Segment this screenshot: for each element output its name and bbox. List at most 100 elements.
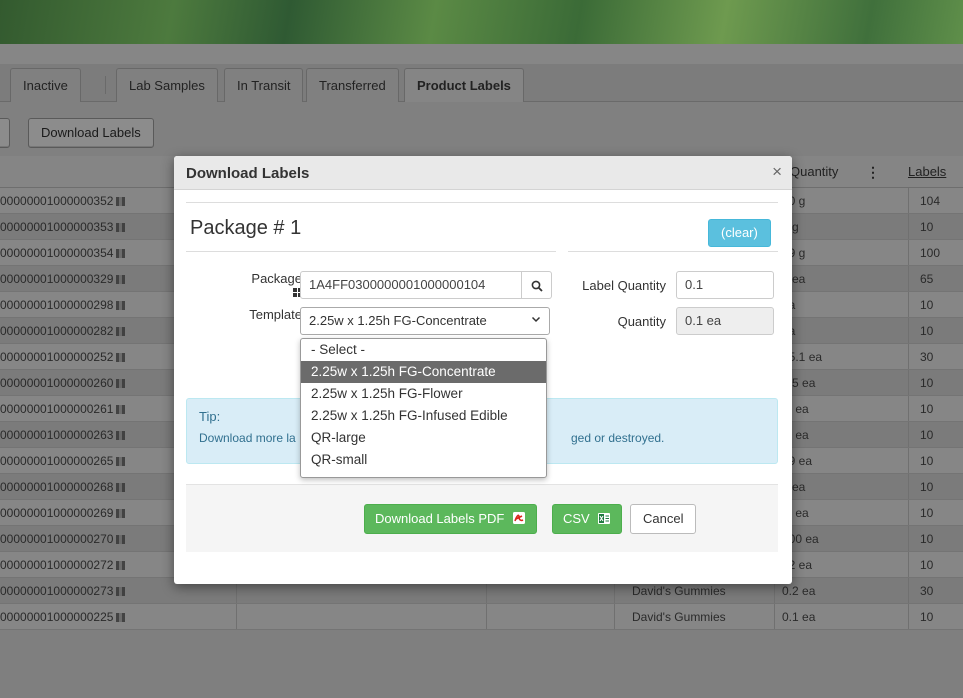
quantity-cell: 100 ea <box>782 532 819 546</box>
labels-cell: 104 <box>920 194 941 208</box>
qr-icon[interactable] <box>116 457 126 466</box>
label-quantity-input[interactable]: 0.1 <box>676 271 774 299</box>
template-option[interactable]: QR-large <box>301 427 546 449</box>
header-labels[interactable]: Labels <box>908 156 946 188</box>
package-search-button[interactable] <box>522 271 552 299</box>
package-tag-cell[interactable]: 00000001000000354 <box>0 240 140 266</box>
template-option[interactable]: - Select - <box>301 339 546 361</box>
package-tag-cell[interactable]: 00000001000000282 <box>0 318 140 344</box>
package-tag-cell[interactable]: 00000001000000273 <box>0 578 140 604</box>
column-divider <box>614 604 615 629</box>
tab-inactive[interactable]: Inactive <box>10 68 81 102</box>
quantity-cell: .1 ea <box>782 402 809 416</box>
column-divider <box>908 578 909 603</box>
package-tag-cell[interactable]: 00000001000000260 <box>0 370 140 396</box>
column-divider <box>908 396 909 421</box>
column-divider <box>908 422 909 447</box>
qr-icon[interactable] <box>116 197 126 206</box>
close-icon[interactable]: × <box>772 162 782 182</box>
tab-transferred[interactable]: Transferred <box>306 68 399 102</box>
qr-icon[interactable] <box>116 561 126 570</box>
template-option[interactable]: 2.25w x 1.25h FG-Flower <box>301 383 546 405</box>
qr-icon[interactable] <box>116 301 126 310</box>
download-labels-button[interactable]: Download Labels <box>28 118 154 148</box>
package-tag-cell[interactable]: 00000001000000268 <box>0 474 140 500</box>
labels-cell: 10 <box>920 532 934 546</box>
toolbar-button-partial[interactable] <box>0 118 10 148</box>
column-divider <box>908 526 909 551</box>
column-divider <box>908 604 909 629</box>
modal-title: Download Labels <box>186 165 310 182</box>
package-tag-cell[interactable]: 00000001000000352 <box>0 188 140 214</box>
package-tag-cell[interactable]: 00000001000000298 <box>0 292 140 318</box>
quantity-cell: .1 ea <box>782 506 809 520</box>
qr-icon[interactable] <box>116 379 126 388</box>
qr-icon[interactable] <box>116 275 126 284</box>
tab-in-transit[interactable]: In Transit <box>224 68 304 102</box>
column-divider <box>774 604 775 629</box>
cancel-button[interactable]: Cancel <box>630 504 697 534</box>
qr-icon[interactable] <box>116 613 126 622</box>
qr-icon[interactable] <box>116 405 126 414</box>
quantity-label: Quantity <box>617 314 666 329</box>
column-menu-icon[interactable]: ⋮ <box>866 156 880 188</box>
labels-cell: 10 <box>920 428 934 442</box>
package-tag-cell[interactable]: 00000001000000225 <box>0 604 140 630</box>
package-tag-cell[interactable]: 00000001000000263 <box>0 422 140 448</box>
qr-icon[interactable] <box>116 483 126 492</box>
column-divider <box>908 214 909 239</box>
column-divider <box>908 266 909 291</box>
divider <box>568 251 778 252</box>
download-labels-pdf-button[interactable]: Download Labels PDF <box>364 504 537 534</box>
qr-icon[interactable] <box>116 249 126 258</box>
package-tag-cell[interactable]: 00000001000000329 <box>0 266 140 292</box>
chevron-down-icon <box>531 316 541 323</box>
column-divider <box>908 370 909 395</box>
label-quantity-label: Label Quantity <box>582 278 666 293</box>
package-tag-cell[interactable]: 00000001000000272 <box>0 552 140 578</box>
search-icon <box>531 280 543 292</box>
package-tag-cell[interactable]: 00000001000000353 <box>0 214 140 240</box>
template-select[interactable]: 2.25w x 1.25h FG-Concentrate <box>300 307 550 335</box>
package-input[interactable]: 1A4FF0300000001000000104 <box>300 271 522 299</box>
package-tag-cell[interactable]: 00000001000000270 <box>0 526 140 552</box>
tab-product-labels[interactable]: Product Labels <box>404 68 524 103</box>
quantity-readonly: 0.1 ea <box>676 307 774 335</box>
package-tag-cell[interactable]: 00000001000000265 <box>0 448 140 474</box>
column-divider <box>908 448 909 473</box>
package-tag-cell[interactable]: 00000001000000261 <box>0 396 140 422</box>
table-row[interactable]: 00000001000000225 David's Gummies 0.1 ea 10 <box>0 604 963 630</box>
quantity-cell: 0 g <box>782 220 799 234</box>
header-quantity[interactable]: Quantity <box>790 156 838 188</box>
qr-icon[interactable] <box>116 327 126 336</box>
package-tag-cell[interactable]: 00000001000000252 <box>0 344 140 370</box>
qr-icon[interactable] <box>116 431 126 440</box>
tip-text-tail: ged or destroyed. <box>571 431 665 445</box>
clear-button[interactable]: (clear) <box>708 219 771 247</box>
template-option[interactable]: 2.25w x 1.25h FG-Concentrate <box>301 361 546 383</box>
template-option[interactable]: 2.25w x 1.25h FG-Infused Edible <box>301 405 546 427</box>
qr-icon[interactable] <box>116 223 126 232</box>
tip-text: Download more la <box>199 431 296 445</box>
tab-lab-samples[interactable]: Lab Samples <box>116 68 218 102</box>
qr-icon[interactable] <box>116 353 126 362</box>
package-heading: Package # 1 <box>190 217 302 239</box>
template-label: Template <box>249 307 302 322</box>
column-divider <box>236 604 237 629</box>
package-label: Package <box>251 271 302 286</box>
column-divider <box>908 552 909 577</box>
qr-icon[interactable] <box>116 509 126 518</box>
column-divider <box>908 188 909 213</box>
subheader-bar <box>0 44 963 64</box>
column-divider <box>908 474 909 499</box>
template-option[interactable]: QR-small <box>301 449 546 471</box>
qr-icon[interactable] <box>116 535 126 544</box>
csv-button[interactable]: CSV <box>552 504 623 534</box>
template-selected-value: 2.25w x 1.25h FG-Concentrate <box>309 313 487 328</box>
quantity-cell: 15.1 ea <box>782 350 823 364</box>
qr-icon[interactable] <box>116 587 126 596</box>
quantity-cell: 00 g <box>782 194 806 208</box>
labels-cell: 30 <box>920 350 934 364</box>
labels-cell: 65 <box>920 272 934 286</box>
package-tag-cell[interactable]: 00000001000000269 <box>0 500 140 526</box>
